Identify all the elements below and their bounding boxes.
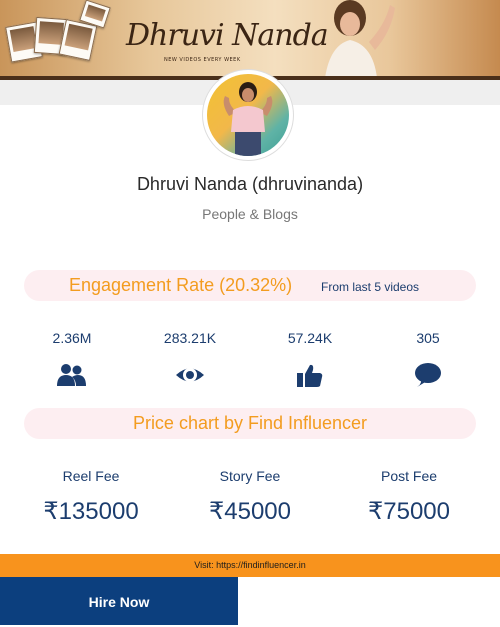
- post-fee-label: Post Fee: [380, 468, 438, 484]
- banner-photo: [58, 19, 98, 61]
- reel-fee-value: ₹135000: [43, 498, 139, 525]
- engagement-rate-banner: Engagement Rate (20.32%) From last 5 vid…: [24, 270, 476, 301]
- story-fee-label: Story Fee: [219, 468, 281, 484]
- price-chart-title: Price chart by Find Influencer: [132, 413, 368, 433]
- price-chart-banner: Price chart by Find Influencer: [24, 408, 476, 439]
- thumbs-up-icon: [297, 364, 323, 387]
- story-fee-value: ₹45000: [208, 498, 291, 525]
- influencer-name: Dhruvi Nanda (dhruvinanda): [136, 174, 364, 194]
- stat-likes-value: 57.24K: [287, 330, 333, 346]
- engagement-rate-subtitle: From last 5 videos: [321, 280, 420, 294]
- visit-link[interactable]: Visit: https://findinfluencer.in: [0, 554, 500, 577]
- stat-views-value: 283.21K: [163, 330, 217, 346]
- hire-now-button[interactable]: Hire Now: [0, 577, 238, 625]
- stat-comments-value: 305: [416, 330, 440, 346]
- banner-person-image: [325, 0, 395, 78]
- avatar: [203, 70, 293, 160]
- channel-category: People & Blogs: [202, 206, 298, 222]
- reel-fee-label: Reel Fee: [62, 468, 120, 484]
- stat-subscribers-value: 2.36M: [52, 330, 92, 346]
- comment-icon: [415, 363, 441, 387]
- engagement-rate-title: Engagement Rate (20.32%): [69, 275, 293, 295]
- eye-icon: [176, 368, 204, 382]
- banner-subtitle: NEW VIDEOS EVERY WEEK: [164, 57, 241, 63]
- users-icon: [57, 364, 86, 386]
- channel-banner: Dhruvi Nanda NEW VIDEOS EVERY WEEK: [0, 0, 500, 80]
- post-fee-value: ₹75000: [367, 498, 450, 525]
- banner-title: Dhruvi Nanda: [126, 18, 329, 53]
